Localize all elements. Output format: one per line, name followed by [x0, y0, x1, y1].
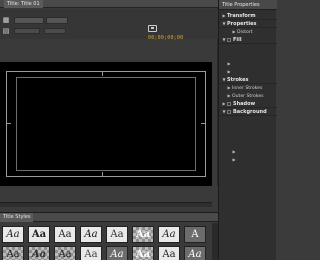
timecode-display[interactable]: 00;00;00;00	[148, 35, 183, 41]
property-label: Inner Strokes	[232, 86, 263, 91]
enable-checkbox[interactable]	[227, 101, 231, 106]
title-style-swatch[interactable]: Aa	[80, 226, 102, 243]
title-style-swatch[interactable]: Aa	[184, 246, 206, 260]
title-styles-panel: Title Styles Aa Aa Aa Aa Aa Aa Aa A Aa Aa Aa Aa Aa Aa…	[0, 212, 218, 260]
kerning-field[interactable]	[44, 28, 66, 34]
property-row[interactable]: ▼ Background	[219, 108, 277, 115]
property-row[interactable]	[219, 52, 277, 59]
property-row[interactable]: ▶Inner Strokes	[219, 84, 277, 91]
property-row[interactable]: ▶	[219, 156, 277, 163]
property-label: Distort	[237, 30, 253, 35]
canvas-scrollbar[interactable]	[0, 202, 212, 207]
property-row[interactable]	[219, 124, 277, 131]
title-style-swatch[interactable]: Aa	[54, 246, 76, 260]
property-row[interactable]	[219, 44, 277, 51]
property-row[interactable]: ▶	[219, 148, 277, 155]
font-size-field[interactable]	[14, 28, 40, 34]
property-row[interactable]: ▶ Shadow	[219, 100, 277, 107]
property-row[interactable]: ▼Strokes	[219, 76, 277, 83]
title-style-swatch[interactable]: Aa	[2, 226, 24, 243]
expand-right-icon[interactable]: ▶	[226, 60, 232, 67]
property-label: Outer Strokes	[232, 94, 264, 99]
expand-right-icon[interactable]: ▶	[226, 68, 232, 75]
title-style-swatch[interactable]: Aa	[158, 246, 180, 260]
center-mark-top	[102, 72, 103, 76]
expand-right-icon[interactable]: ▶	[231, 148, 237, 155]
properties-tab[interactable]: Title Properties	[222, 0, 260, 10]
property-row[interactable]	[219, 116, 277, 123]
property-row[interactable]: ▶Outer Strokes	[219, 92, 277, 99]
title-style-swatch[interactable]: Aa	[28, 226, 50, 243]
styles-scrollbar[interactable]	[212, 223, 218, 260]
property-row[interactable]: ▶Distort	[219, 28, 277, 35]
title-style-swatch[interactable]: Aa	[106, 246, 128, 260]
title-safe-margin	[16, 77, 196, 171]
styles-tab[interactable]: Title Styles	[0, 213, 34, 222]
property-row[interactable]	[219, 132, 277, 139]
title-style-swatch[interactable]: Aa	[132, 226, 154, 243]
title-style-swatch[interactable]: Aa	[28, 246, 50, 260]
property-row[interactable]: ▶	[219, 60, 277, 67]
center-mark-right	[201, 123, 205, 124]
center-mark-bottom	[102, 172, 103, 176]
designer-tab[interactable]: Title: Title 01	[4, 0, 43, 8]
designer-tab-bar: Title: Title 01	[0, 0, 218, 8]
property-row[interactable]: ▶	[219, 68, 277, 75]
styles-tab-bar: Title Styles	[0, 213, 218, 222]
font-family-select[interactable]	[14, 17, 44, 24]
expand-right-icon[interactable]: ▶	[231, 156, 237, 163]
title-style-swatch[interactable]: Aa	[106, 226, 128, 243]
title-properties-panel: Title Properties ▶Transform ▼Properties ▶D…	[218, 0, 277, 260]
new-title-icon[interactable]: ▦	[2, 16, 10, 24]
show-background-video-icon[interactable]	[148, 25, 157, 32]
title-style-swatch[interactable]: A	[184, 226, 206, 243]
font-style-select[interactable]	[46, 17, 68, 24]
property-row[interactable]: ▼Properties	[219, 20, 277, 27]
center-mark-left	[7, 123, 11, 124]
title-style-swatch[interactable]: Aa	[2, 246, 24, 260]
designer-toolbar: ▦ ▤ 00;00;00;00	[0, 9, 218, 41]
property-row[interactable]	[219, 140, 277, 147]
roll-crawl-icon[interactable]: ▤	[2, 27, 10, 35]
property-row[interactable]: ▶Transform	[219, 12, 277, 19]
title-style-swatch[interactable]: Aa	[54, 226, 76, 243]
enable-checkbox[interactable]	[227, 109, 231, 114]
title-designer-panel: Title: Title 01 ▦ ▤ 00;00;00;00	[0, 0, 218, 212]
property-row[interactable]: ▼ Fill	[219, 36, 277, 43]
title-style-swatch[interactable]: Aa	[80, 246, 102, 260]
title-style-swatch[interactable]: Aa	[158, 226, 180, 243]
enable-checkbox[interactable]	[227, 37, 231, 42]
properties-tab-bar: Title Properties	[219, 0, 277, 10]
title-canvas[interactable]	[0, 62, 212, 186]
title-style-swatch[interactable]: Aa	[132, 246, 154, 260]
canvas-footer	[0, 186, 218, 212]
